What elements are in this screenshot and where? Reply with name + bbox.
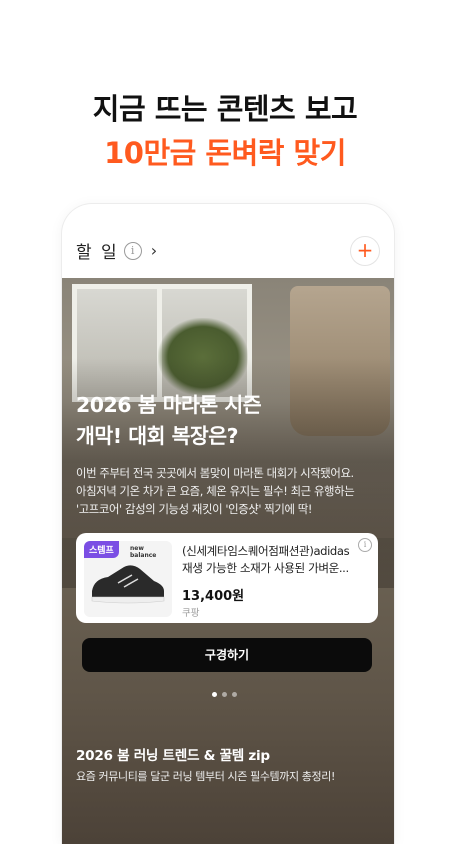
next-card-description: 요즘 커뮤니티를 달군 러닝 템부터 시즌 필수템까지 총정리!: [76, 770, 335, 783]
promo-headline-line1: 지금 뜨는 콘텐츠 보고: [92, 92, 358, 126]
phone-frame: 할 일 i › + 2026 봄 마라톤 시즌 개막! 대회 복장은? 이번 주…: [62, 204, 394, 844]
product-price: 13,400원: [182, 589, 245, 604]
todo-title: 할 일: [76, 243, 119, 263]
product-card[interactable]: 스템프 new balance (신세계타임스퀘어점패션관)adidas 재생 …: [76, 533, 378, 623]
card-desc-line1: 이번 주부터 전국 곳곳에서 봄맞이 마라톤 대회가 시작됐어요.: [76, 466, 354, 480]
add-button[interactable]: +: [350, 236, 380, 266]
next-card-title: 2026 봄 러닝 트렌드 & 꿀템 zip: [76, 748, 270, 764]
card-title-line2: 개막! 대회 복장은?: [76, 424, 239, 448]
card-desc-line2: 아침저녁 기온 차가 큰 요즘, 체온 유지는 필수! 최근 유행하는: [76, 484, 355, 498]
todo-header: 할 일 i › +: [62, 204, 394, 278]
card-description: 이번 주부터 전국 곳곳에서 봄맞이 마라톤 대회가 시작됐어요. 아침저녁 기…: [76, 464, 382, 518]
carousel-dot[interactable]: [212, 692, 217, 697]
product-name: (신세계타임스퀘어점패션관)adidas 재생 가능한 소재가 사용된 가벼운.…: [182, 544, 350, 575]
product-info-icon[interactable]: i: [358, 538, 372, 552]
carousel-dot[interactable]: [222, 692, 227, 697]
card-title: 2026 봄 마라톤 시즌 개막! 대회 복장은?: [76, 390, 376, 452]
product-store: 쿠팡: [182, 608, 200, 619]
todo-title-link[interactable]: 할 일 i ›: [76, 238, 157, 263]
carousel-dots: [212, 692, 237, 697]
card-title-line1: 2026 봄 마라톤 시즌: [76, 393, 262, 417]
sneaker-image: [91, 565, 165, 604]
product-image: 스템프 new balance: [84, 541, 172, 617]
info-icon[interactable]: i: [123, 241, 142, 260]
chevron-right-icon: ›: [150, 241, 158, 260]
promo-headline-line2: 10만금 돈벼락 맞기: [104, 136, 346, 170]
browse-button[interactable]: 구경하기: [82, 638, 372, 672]
content-card[interactable]: 2026 봄 마라톤 시즌 개막! 대회 복장은? 이번 주부터 전국 곳곳에서…: [62, 278, 394, 844]
card-desc-line3: '고프코어' 감성의 기능성 재킷이 '인증샷' 찍기에 딱!: [76, 502, 313, 516]
carousel-dot[interactable]: [232, 692, 237, 697]
